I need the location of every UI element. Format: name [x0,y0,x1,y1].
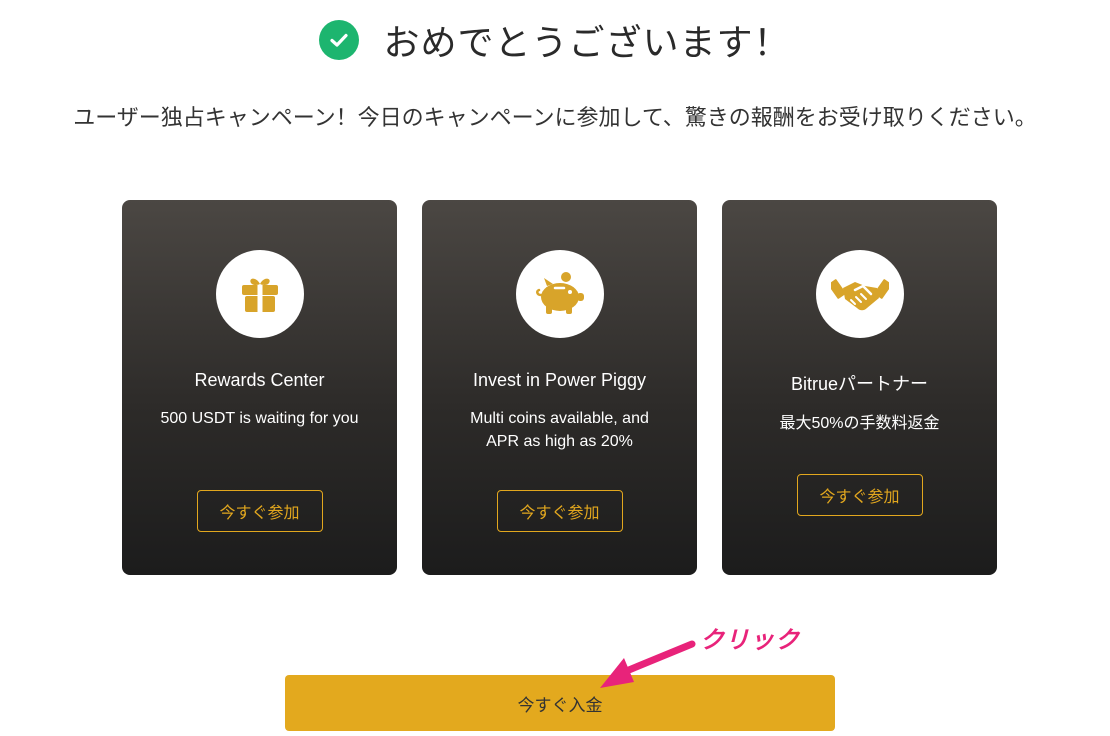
campaign-subtitle: ユーザー独占キャンペーン！今日のキャンペーンに参加して、驚きの報酬をお受け取りく… [73,106,1037,131]
card-bitrue-partner: Bitrueパートナー 最大50%の手数料返金 今すぐ参加 [722,200,997,575]
headline: おめでとうございます！ [0,14,1110,66]
page: おめでとうございます！ ユーザー独占キャンペーン！今日のキャンペーンに参加して、… [0,0,1110,736]
page-title: おめでとうございます！ [383,23,791,64]
check-circle-icon [319,20,360,60]
card-power-piggy: Invest in Power Piggy Multi coins availa… [422,200,697,575]
join-now-button[interactable]: 今すぐ参加 [196,490,323,532]
pointer-arrow-icon [600,640,696,688]
join-now-button[interactable]: 今すぐ参加 [796,474,923,516]
handshake-icon [815,250,904,338]
card-rewards-center: Rewards Center 500 USDT is waiting for y… [122,200,397,575]
piggy-bank-icon [515,250,604,338]
card-title: Invest in Power Piggy [472,370,647,390]
card-description: 最大50%の手数料返金 [779,415,940,432]
click-annotation-label: クリック [700,626,800,654]
gift-icon [215,250,304,338]
card-title: Rewards Center [194,370,325,390]
card-description: 500 USDT is waiting for you [160,410,359,427]
join-now-button[interactable]: 今すぐ参加 [496,490,623,532]
deposit-now-button[interactable]: 今すぐ入金 [285,675,835,731]
card-description: Multi coins available, and APR as high a… [470,410,649,450]
card-title: Bitrueパートナー [790,374,929,394]
